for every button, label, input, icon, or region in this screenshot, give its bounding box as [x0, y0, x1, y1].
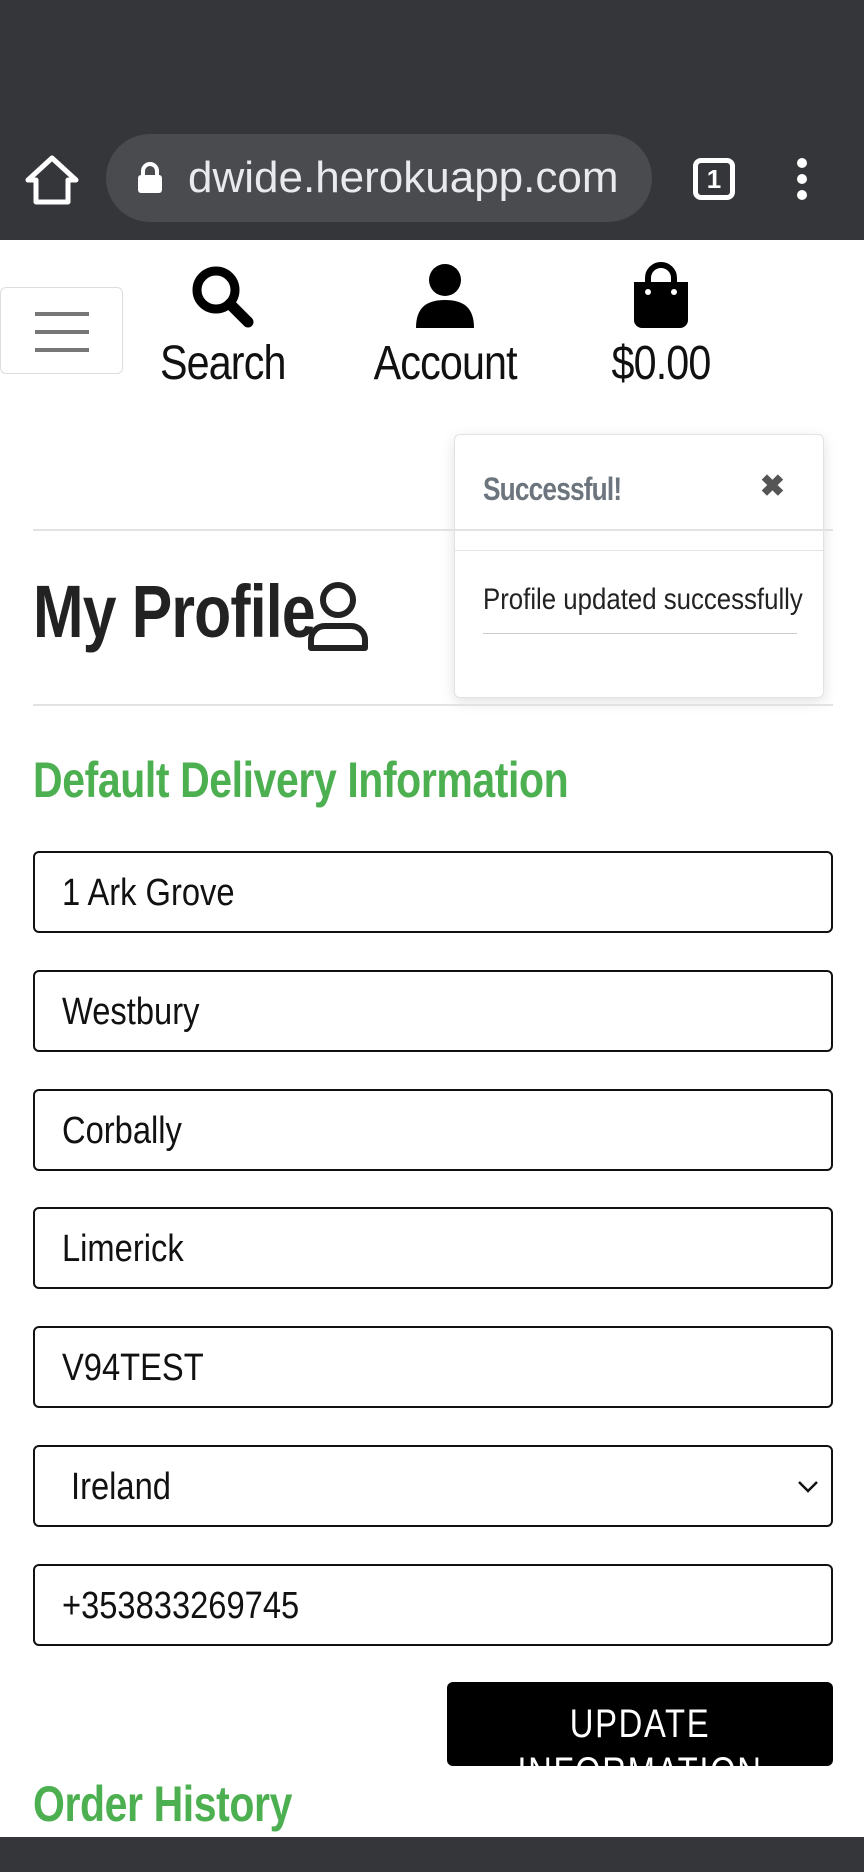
- country-value: Ireland: [71, 1466, 171, 1508]
- update-information-label: UPDATE INFORMATION: [517, 1702, 763, 1794]
- nav-account-label: Account: [373, 337, 518, 390]
- lock-icon: [138, 162, 162, 193]
- phone-number-value: +353833269745: [62, 1585, 300, 1627]
- toast-message: Profile updated successfully: [483, 583, 803, 616]
- order-history-heading: Order History: [33, 1776, 292, 1832]
- postcode-value: V94TEST: [62, 1347, 204, 1389]
- search-icon: [192, 266, 254, 328]
- divider-top: [33, 529, 833, 531]
- nav-search-label: Search: [159, 337, 287, 390]
- town-or-city-field[interactable]: Corbally: [33, 1089, 833, 1171]
- shopping-bag-icon: [634, 262, 688, 328]
- toast-title: Successful!: [483, 471, 622, 507]
- browser-toolbar: dwide.herokuapp.com 1: [0, 0, 864, 240]
- cart-total: $0.00: [611, 337, 711, 390]
- system-navigation-bar: [0, 1837, 864, 1872]
- street-address2-field[interactable]: Westbury: [33, 970, 833, 1052]
- user-outline-icon: [308, 582, 368, 651]
- update-information-button[interactable]: UPDATE INFORMATION: [447, 1682, 833, 1794]
- tab-switcher-button[interactable]: 1: [693, 158, 735, 200]
- home-icon[interactable]: [24, 152, 80, 208]
- street-address1-field[interactable]: 1 Ark Grove: [33, 851, 833, 933]
- browser-menu-icon[interactable]: [790, 158, 814, 200]
- county-value: Limerick: [62, 1228, 184, 1270]
- street-address2-value: Westbury: [62, 991, 200, 1033]
- hamburger-menu-button[interactable]: [0, 287, 123, 374]
- close-icon[interactable]: ✖: [760, 469, 785, 504]
- user-icon: [416, 264, 474, 328]
- county-field[interactable]: Limerick: [33, 1207, 833, 1289]
- nav-account[interactable]: Account: [362, 262, 528, 392]
- divider-bottom: [33, 704, 833, 706]
- url-text: dwide.herokuapp.com: [188, 153, 619, 202]
- postcode-field[interactable]: V94TEST: [33, 1326, 833, 1408]
- chevron-down-icon: [798, 1481, 818, 1493]
- success-toast: Successful! ✖ Profile updated successful…: [454, 434, 824, 698]
- delivery-heading: Default Delivery Information: [33, 752, 569, 808]
- street-address1-value: 1 Ark Grove: [62, 872, 235, 914]
- nav-search[interactable]: Search: [150, 262, 292, 392]
- address-bar[interactable]: dwide.herokuapp.com: [106, 134, 652, 222]
- phone-number-field[interactable]: +353833269745: [33, 1564, 833, 1646]
- toast-header: Successful! ✖: [455, 435, 823, 551]
- town-or-city-value: Corbally: [62, 1110, 182, 1152]
- country-select[interactable]: Ireland: [33, 1445, 833, 1527]
- page-title: My Profile: [33, 570, 316, 653]
- nav-cart[interactable]: $0.00: [596, 262, 726, 392]
- toast-divider: [483, 633, 797, 634]
